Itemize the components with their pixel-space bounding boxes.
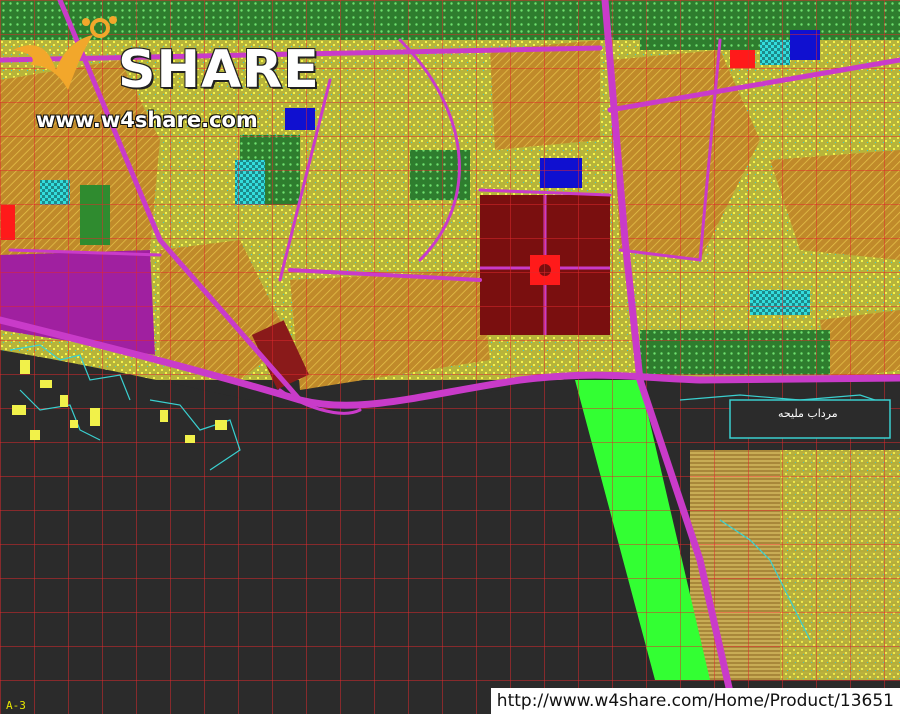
w4share-logo-icon (13, 16, 117, 90)
site-text: www.w4share.com (36, 108, 258, 132)
map-screenshot: مرداب ملیحه A-3 SHARE www.w4share.com ht… (0, 0, 900, 714)
place-label: مرداب ملیحه (778, 407, 838, 420)
sheet-label: A-3 (6, 699, 26, 712)
product-url-link[interactable]: http://www.w4share.com/Home/Product/1365… (490, 688, 900, 714)
watermark-logo: SHARE www.w4share.com (8, 10, 319, 140)
brand-text: SHARE (118, 40, 320, 100)
